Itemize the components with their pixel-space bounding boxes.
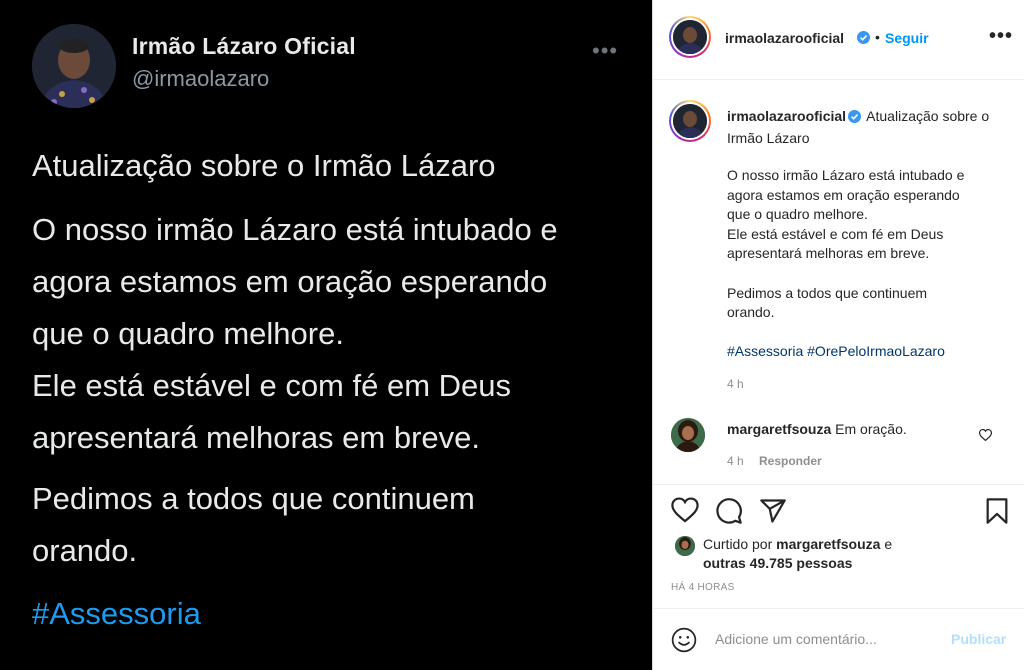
tweet-title: Atualização sobre o Irmão Lázaro [32,148,496,183]
instagram-post-panel: irmaolazarooficial • Seguir ••• irmaolaz… [652,0,1024,670]
more-options-icon: ••• [592,38,619,63]
person-photo-icon [675,536,695,556]
likes-others[interactable]: outras 49.785 pessoas [703,555,852,571]
comment-timestamp[interactable]: 4 h [727,454,744,468]
author-username[interactable]: irmaolazarooficial [725,30,844,46]
person-photo-icon [32,24,116,108]
verified-badge-icon [848,109,862,129]
caption-line: orando. [727,304,775,321]
more-options-icon[interactable]: ••• [989,25,1013,48]
caption-line: agora estamos em oração esperando [727,186,960,203]
commenter-avatar[interactable] [671,418,705,452]
comment-icon[interactable] [715,497,743,528]
tweet-line: apresentará melhoras em breve. [32,420,481,455]
tweet-line: Pedimos a todos que continuem [32,481,475,516]
post-time-ago[interactable]: HÁ 4 HORAS [671,582,735,593]
verified-badge-icon [857,31,870,47]
comment-input[interactable]: Adicione um comentário... [715,631,877,647]
add-comment-bar: Adicione um comentário... Publicar [653,608,1024,670]
tweet-line: que o quadro melhore. [32,316,344,351]
commenter-username[interactable]: margaretfsouza [727,421,831,437]
caption-line: que o quadro melhore. [727,206,868,223]
follow-button[interactable]: Seguir [885,30,929,46]
tweet-line: orando. [32,533,138,568]
caption-avatar[interactable] [669,100,711,142]
save-bookmark-icon[interactable] [983,497,1011,528]
publish-button[interactable]: Publicar [951,631,1006,647]
tweet-avatar [32,24,116,108]
tweet-line: agora estamos em oração esperando [32,264,548,299]
reply-button[interactable]: Responder [759,454,822,468]
share-icon[interactable] [759,497,787,528]
caption-line: O nosso irmão Lázaro está intubado e [727,167,965,183]
caption-line: Pedimos a todos que continuem [727,284,928,301]
liked-by-conjunction: e [884,536,893,552]
caption-line: apresentará melhoras em breve. [727,245,930,262]
person-photo-icon [673,104,707,138]
separator-dot: • [875,29,880,45]
caption-username[interactable]: irmaolazarooficial [727,108,846,124]
caption-timestamp[interactable]: 4 h [727,377,744,391]
liked-by-prefix: Curtido por [703,536,773,552]
tweet-author-name: Irmão Lázaro Oficial [132,33,356,59]
liked-by-user[interactable]: margaretfsouza [776,536,880,552]
tweet-line: O nosso irmão Lázaro está intubado e [32,212,558,247]
tweet-author-handle: @irmaolazaro [132,66,270,91]
heart-icon[interactable] [671,497,699,526]
likes-line-1: Curtido por margaretfsouza e [703,536,892,552]
comment-body: Em oração. [835,421,907,437]
liker-avatar[interactable] [675,536,695,556]
author-avatar[interactable] [669,16,711,58]
caption-line [727,264,1013,284]
caption-line: Ele está estável e com fé em Deus [727,225,944,242]
caption-body: O nosso irmão Lázaro está intubado e ago… [727,166,1013,323]
tweet-paragraph-1: O nosso irmão Lázaro está intubado e ago… [32,204,558,464]
tweet-line: Ele está estável e com fé em Deus [32,368,512,403]
caption-hashtags[interactable]: #Assessoria #OrePeloIrmaoLazaro [727,343,945,359]
tweet-hashtag: #Assessoria [32,596,201,631]
post-header: irmaolazarooficial • Seguir ••• [653,0,1024,80]
comment-text: margaretfsouza Em oração. [727,421,907,437]
like-comment-heart-icon[interactable] [978,428,993,444]
person-photo-icon [671,418,705,452]
action-bar-divider [653,484,1024,485]
person-photo-icon [673,20,707,54]
emoji-icon[interactable] [671,627,697,656]
caption-heading: irmaolazarooficial Atualização sobre o I… [727,107,1013,148]
tweet-paragraph-2: Pedimos a todos que continuem orando. [32,473,475,577]
tweet-image: Irmão Lázaro Oficial @irmaolazaro ••• At… [0,0,652,670]
